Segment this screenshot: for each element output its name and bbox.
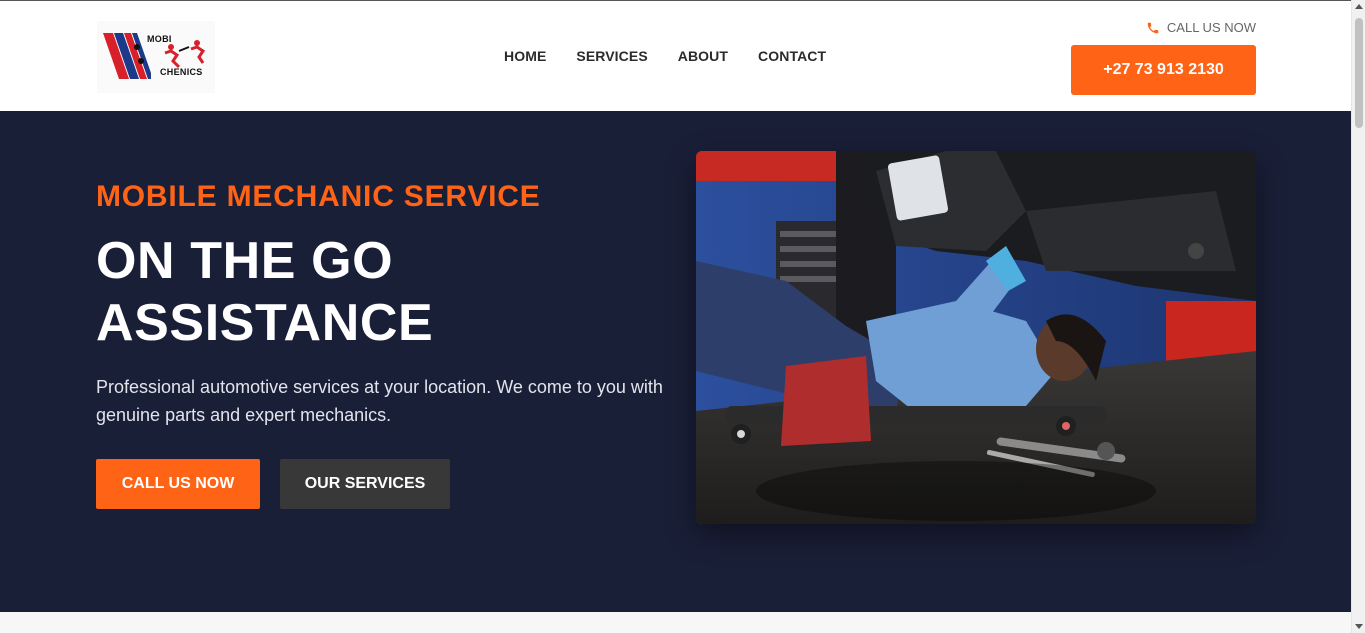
logo-mechanics-icon <box>164 40 206 69</box>
call-us-label: CALL US NOW <box>1146 20 1256 35</box>
our-services-button[interactable]: OUR SERVICES <box>280 459 450 509</box>
main-nav: HOME SERVICES ABOUT CONTACT <box>504 48 826 64</box>
site-header: MOBI CHENICS HOME SERVICES ABOUT CONTACT… <box>0 0 1351 111</box>
phone-icon <box>1147 22 1159 33</box>
mechanic-photo-illustration <box>696 151 1256 524</box>
nav-item-about[interactable]: ABOUT <box>678 48 728 64</box>
nav-item-contact[interactable]: CONTACT <box>758 48 826 64</box>
hero-eyebrow: MOBILE MECHANIC SERVICE <box>96 180 541 213</box>
logo-text-bottom: CHENICS <box>160 67 203 77</box>
nav-item-home[interactable]: HOME <box>504 48 546 64</box>
scroll-up-arrow-icon[interactable] <box>1355 4 1363 9</box>
call-us-now-button[interactable]: CALL US NOW <box>96 459 260 509</box>
nav-item-services[interactable]: SERVICES <box>576 48 647 64</box>
hero-description: Professional automotive services at your… <box>96 377 663 425</box>
page-scrollbar[interactable] <box>1351 0 1365 633</box>
hero-headline: ON THE GO ASSISTANCE <box>96 232 434 352</box>
logo-stripes-icon <box>103 33 151 79</box>
call-us-text: CALL US NOW <box>1166 20 1256 35</box>
brand-logo[interactable]: MOBI CHENICS <box>97 21 215 93</box>
page: MOBI CHENICS HOME SERVICES ABOUT CONTACT… <box>0 0 1365 633</box>
hero-section: MOBILE MECHANIC SERVICE ON THE GO ASSIST… <box>0 111 1351 612</box>
scroll-down-arrow-icon[interactable] <box>1355 624 1363 629</box>
scroll-thumb[interactable] <box>1355 18 1363 128</box>
phone-number-button[interactable]: +27 73 913 2130 <box>1071 45 1256 95</box>
next-section-edge <box>0 612 1351 633</box>
mechanic-photo <box>696 151 1256 524</box>
